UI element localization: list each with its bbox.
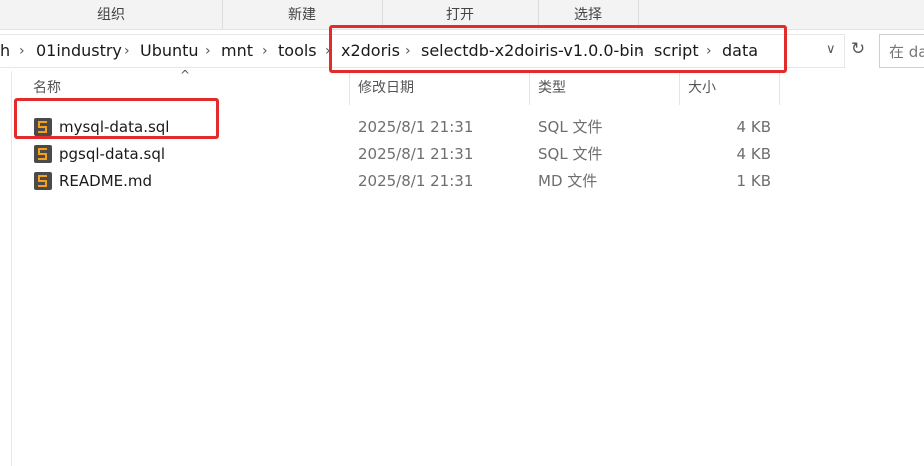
column-header-label: 修改日期: [358, 80, 414, 96]
sublime-text-file-icon: [34, 172, 52, 190]
sublime-text-file-icon: [34, 145, 52, 163]
file-size: 1 KB: [736, 172, 771, 190]
file-row[interactable]: README.md 2025/8/1 21:31 MD 文件 1 KB: [29, 168, 779, 195]
column-header-label: 名称: [33, 80, 61, 96]
breadcrumb-item[interactable]: 01industry: [36, 40, 122, 62]
breadcrumb-item[interactable]: Ubuntu: [140, 40, 199, 62]
address-history-dropdown-icon[interactable]: ∨: [826, 42, 836, 57]
breadcrumb-item[interactable]: h: [0, 40, 10, 62]
navigation-pane-edge[interactable]: [0, 71, 12, 466]
file-name[interactable]: pgsql-data.sql: [59, 141, 165, 168]
column-header-size[interactable]: 大小: [682, 72, 780, 105]
column-header-type[interactable]: 类型: [532, 72, 680, 105]
file-row[interactable]: pgsql-data.sql 2025/8/1 21:31 SQL 文件 4 K…: [29, 141, 779, 168]
sort-ascending-icon: ^: [180, 68, 191, 82]
file-type: SQL 文件: [538, 118, 603, 136]
file-type: MD 文件: [538, 172, 598, 190]
column-header-date[interactable]: 修改日期: [352, 72, 530, 105]
file-name[interactable]: README.md: [59, 168, 152, 195]
ribbon-group-label: 新建: [288, 7, 316, 23]
annotation-highlight-file: [14, 98, 219, 139]
refresh-icon[interactable]: ↻: [848, 38, 868, 60]
file-size: 4 KB: [736, 145, 771, 163]
annotation-highlight-path: [329, 25, 787, 73]
file-size: 4 KB: [736, 118, 771, 136]
file-date: 2025/8/1 21:31: [358, 172, 474, 190]
ribbon-group-organize[interactable]: 组织: [0, 0, 223, 29]
breadcrumb-chevron-icon[interactable]: ›: [124, 40, 130, 62]
file-date: 2025/8/1 21:31: [358, 118, 474, 136]
breadcrumb-chevron-icon[interactable]: ›: [205, 40, 211, 62]
file-date: 2025/8/1 21:31: [358, 145, 474, 163]
column-header-label: 类型: [538, 80, 566, 96]
breadcrumb-chevron-icon[interactable]: ›: [19, 40, 25, 62]
ribbon-group-label: 组织: [97, 7, 125, 23]
search-input[interactable]: 在 da: [879, 34, 924, 68]
ribbon-group-label: 打开: [446, 7, 474, 23]
search-placeholder: 在 da: [889, 43, 924, 61]
column-header-label: 大小: [688, 80, 716, 96]
breadcrumb-chevron-icon[interactable]: ›: [262, 40, 268, 62]
ribbon-group-label: 选择: [574, 7, 602, 23]
breadcrumb-item[interactable]: tools: [278, 40, 317, 62]
breadcrumb-item[interactable]: mnt: [221, 40, 253, 62]
file-type: SQL 文件: [538, 145, 603, 163]
